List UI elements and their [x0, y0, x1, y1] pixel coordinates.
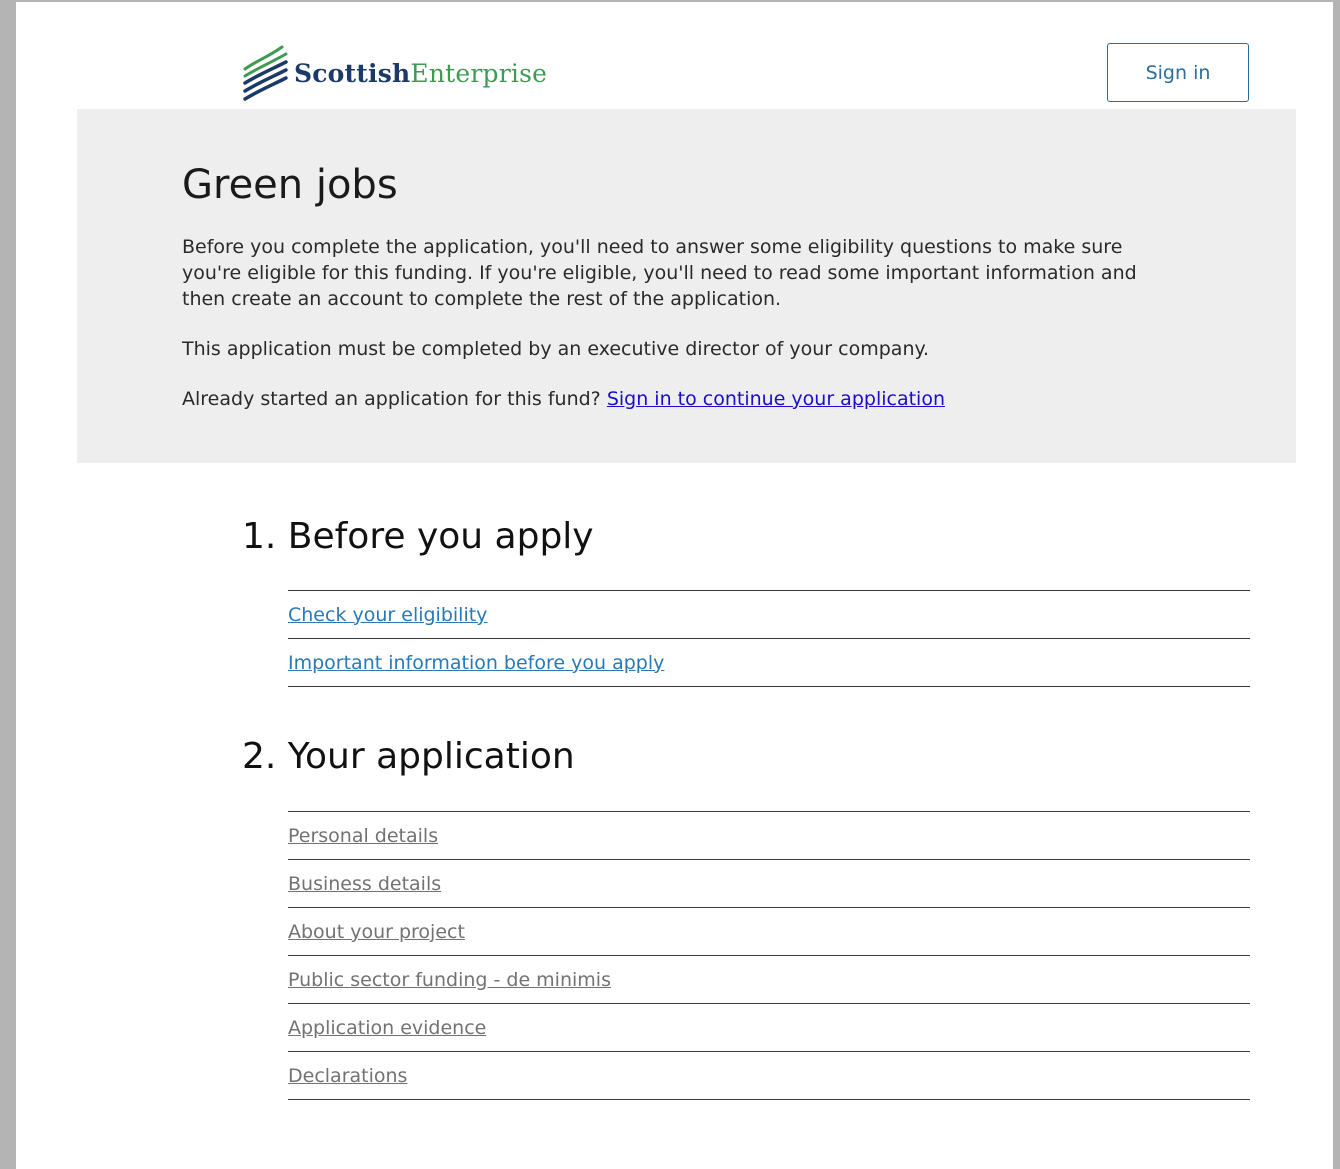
continue-application-link[interactable]: Sign in to continue your application: [607, 388, 945, 410]
wave-stripes-icon: [243, 45, 288, 101]
declarations-link[interactable]: Declarations: [288, 1065, 407, 1087]
before-you-apply-task-list: Check your eligibility Important informa…: [288, 590, 1250, 687]
about-your-project-link[interactable]: About your project: [288, 921, 465, 943]
personal-details-link[interactable]: Personal details: [288, 825, 438, 847]
already-started-label: Already started an application for this …: [182, 388, 601, 410]
director-notice: This application must be completed by an…: [182, 338, 930, 360]
sign-in-button[interactable]: Sign in: [1107, 43, 1249, 102]
page-title: Green jobs: [182, 162, 398, 208]
site-header: ScottishEnterprise Sign in: [16, 2, 1333, 109]
task-item: Declarations: [288, 1052, 1250, 1100]
browser-page: ScottishEnterprise Sign in Green jobs Be…: [16, 2, 1333, 1169]
intro-paragraph: Before you complete the application, you…: [182, 236, 1137, 310]
public-sector-funding-link[interactable]: Public sector funding - de minimis: [288, 969, 611, 991]
section-title-your-application: 2. Your application: [242, 736, 575, 777]
logo-wordmark: ScottishEnterprise: [294, 59, 547, 88]
task-item: About your project: [288, 908, 1250, 956]
task-item: Public sector funding - de minimis: [288, 956, 1250, 1004]
application-evidence-link[interactable]: Application evidence: [288, 1017, 486, 1039]
logo-word-scottish: Scottish: [294, 58, 411, 88]
business-details-link[interactable]: Business details: [288, 873, 441, 895]
task-item: Business details: [288, 860, 1250, 908]
task-item: Important information before you apply: [288, 639, 1250, 687]
section-title-before-you-apply: 1. Before you apply: [242, 516, 594, 557]
application-task-list: Personal details Business details About …: [288, 811, 1250, 1100]
already-started-text: Already started an application for this …: [182, 386, 1172, 412]
task-item: Personal details: [288, 812, 1250, 860]
logo-word-enterprise: Enterprise: [410, 58, 548, 88]
task-item: Application evidence: [288, 1004, 1250, 1052]
important-information-link[interactable]: Important information before you apply: [288, 652, 664, 674]
scottish-enterprise-logo[interactable]: ScottishEnterprise: [242, 44, 547, 102]
check-eligibility-link[interactable]: Check your eligibility: [288, 604, 487, 626]
task-item: Check your eligibility: [288, 591, 1250, 639]
